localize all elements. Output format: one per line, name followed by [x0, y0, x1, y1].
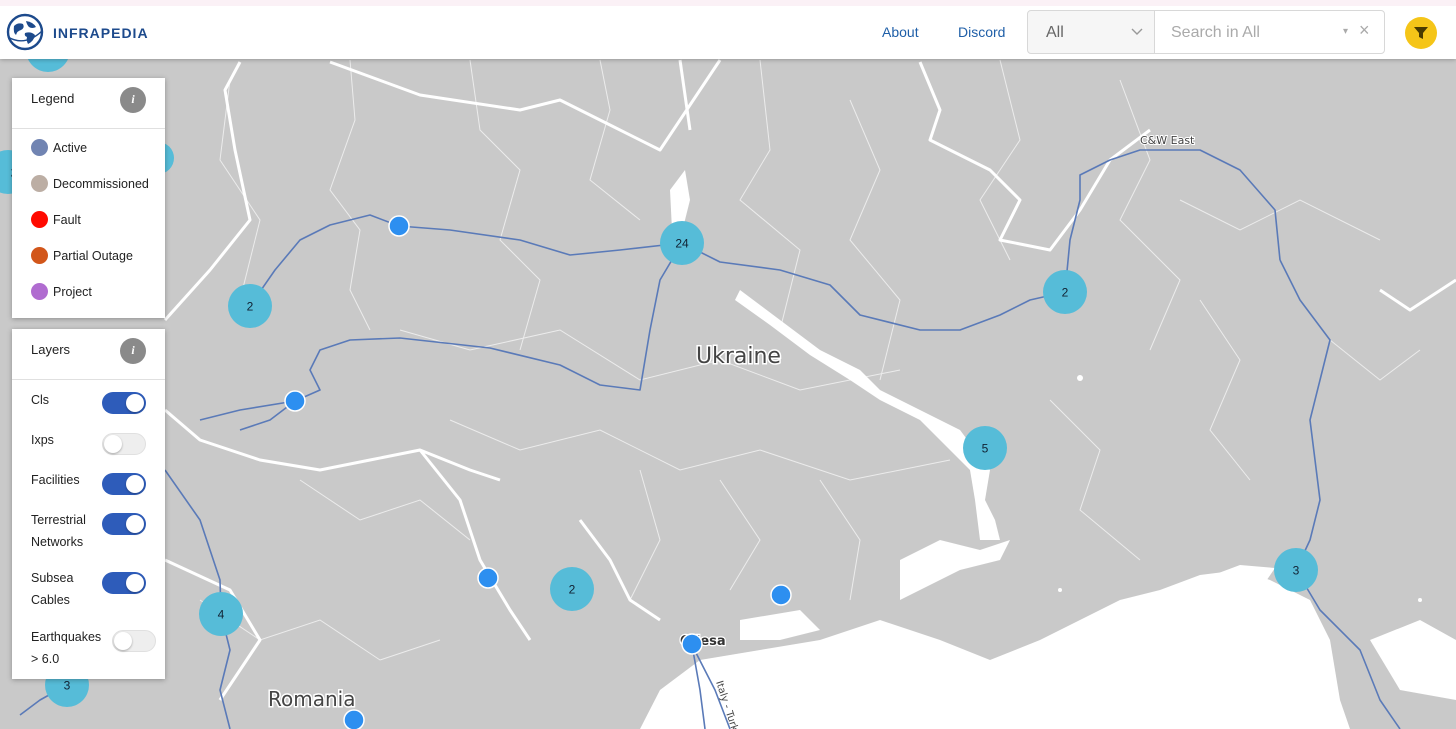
facility-marker[interactable] — [284, 390, 306, 412]
chevron-down-icon — [1131, 28, 1143, 35]
toggle-knob — [114, 632, 132, 650]
legend-title: Legend — [31, 91, 75, 106]
toggle-subsea-cables[interactable] — [102, 572, 146, 594]
toggle-knob — [104, 435, 122, 453]
toggle-knob — [126, 515, 144, 533]
legend-item-active: Active — [12, 131, 165, 167]
svg-text:2: 2 — [1062, 286, 1069, 300]
svg-text:2: 2 — [247, 300, 254, 314]
legend-item-project: Project — [12, 275, 165, 311]
layer-label-subsea-cables: Subsea Cables — [31, 571, 74, 607]
cluster-marker[interactable]: 2 — [550, 567, 594, 611]
nav-discord-link[interactable]: Discord — [958, 24, 1005, 40]
cluster-marker[interactable]: 3 — [1274, 548, 1318, 592]
svg-text:24: 24 — [675, 237, 689, 251]
legend-info-icon[interactable]: i — [120, 87, 146, 113]
search-caret-icon[interactable]: ▾ — [1343, 26, 1348, 37]
network-label-cw-east: C&W East — [1140, 134, 1195, 147]
cluster-marker[interactable]: 2 — [1043, 270, 1087, 314]
status-dot-icon — [31, 211, 48, 228]
cluster-marker[interactable]: 24 — [660, 221, 704, 265]
svg-text:4: 4 — [218, 608, 225, 622]
layers-panel: Layers i Cls Ixps Facilities Terrestrial… — [12, 329, 165, 679]
toggle-earthquakes[interactable] — [112, 630, 156, 652]
search-box: ▾ × — [1154, 10, 1385, 55]
toggle-cls[interactable] — [102, 392, 146, 414]
category-select[interactable]: All — [1027, 10, 1155, 54]
nav-about-link[interactable]: About — [882, 24, 919, 40]
facility-marker[interactable] — [343, 709, 365, 729]
legend-item-decommissioned: Decommissioned — [12, 167, 165, 203]
layer-label-facilities: Facilities — [31, 473, 80, 487]
facility-marker[interactable] — [681, 633, 703, 655]
layer-label-cls: Cls — [31, 393, 50, 407]
clear-icon[interactable]: × — [1359, 20, 1370, 41]
legend-header: Legend i — [12, 78, 165, 129]
search-input[interactable] — [1155, 11, 1353, 55]
brand-name[interactable]: INFRAPEDIA — [53, 25, 149, 41]
svg-text:3: 3 — [1293, 564, 1300, 578]
toggle-facilities[interactable] — [102, 473, 146, 495]
status-dot-icon — [31, 139, 48, 156]
country-label-ukraine: Ukraine — [696, 344, 781, 369]
legend-panel: Legend i Active Decommissioned Fault Par… — [12, 78, 165, 318]
legend-item-fault: Fault — [12, 203, 165, 239]
legend-list: Active Decommissioned Fault Partial Outa… — [12, 129, 165, 311]
layers-info-icon[interactable]: i — [120, 338, 146, 364]
cluster-marker[interactable]: 2 — [228, 284, 272, 328]
cluster-marker[interactable]: 4 — [199, 592, 243, 636]
legend-item-partial-outage: Partial Outage — [12, 239, 165, 275]
toggle-knob — [126, 475, 144, 493]
toggle-knob — [126, 574, 144, 592]
toggle-knob — [126, 394, 144, 412]
toggle-terrestrial-networks[interactable] — [102, 513, 146, 535]
cluster-marker[interactable]: 5 — [963, 426, 1007, 470]
category-select-value: All — [1046, 24, 1064, 41]
top-bar: INFRAPEDIA About Discord All ▾ × — [0, 0, 1456, 59]
layer-label-ixps: Ixps — [31, 433, 54, 447]
map[interactable]: Ukraine Romania Odesa C&W East Italy - T… — [0, 0, 1456, 729]
svg-text:5: 5 — [982, 442, 989, 456]
top-strip — [0, 0, 1456, 6]
facility-marker[interactable] — [477, 567, 499, 589]
facility-marker[interactable] — [388, 215, 410, 237]
facility-marker[interactable] — [770, 584, 792, 606]
svg-text:3: 3 — [64, 679, 71, 693]
layers-header: Layers i — [12, 329, 165, 380]
globe-logo-icon[interactable] — [6, 13, 44, 51]
layer-label-terrestrial-networks: Terrestrial Networks — [31, 513, 86, 549]
status-dot-icon — [31, 283, 48, 300]
toggle-ixps[interactable] — [102, 433, 146, 455]
svg-text:2: 2 — [569, 583, 576, 597]
layers-title: Layers — [31, 342, 71, 357]
filter-button[interactable] — [1405, 17, 1437, 49]
status-dot-icon — [31, 247, 48, 264]
filter-icon — [1414, 27, 1428, 39]
status-dot-icon — [31, 175, 48, 192]
country-label-romania: Romania — [268, 687, 355, 711]
layer-label-earthquakes: Earthquakes > 6.0 — [31, 630, 102, 666]
